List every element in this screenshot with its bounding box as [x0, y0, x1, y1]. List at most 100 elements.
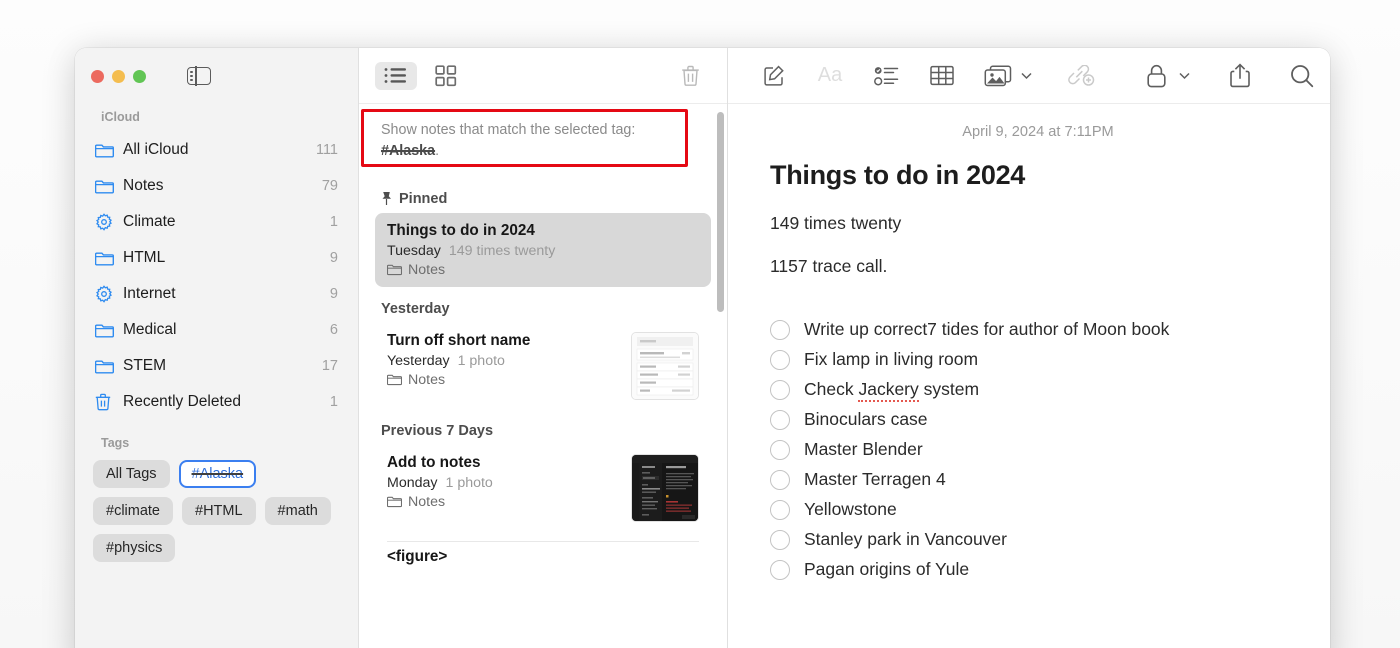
sidebar-item-label: All iCloud — [123, 141, 189, 158]
checkbox-circle-icon[interactable] — [770, 469, 790, 490]
sidebar-item-count: 6 — [329, 322, 338, 338]
checkbox-circle-icon[interactable] — [770, 529, 790, 550]
smart-folder-gear-icon — [95, 213, 117, 231]
note-editor-body[interactable]: April 9, 2024 at 7:11PM Things to do in … — [728, 104, 1330, 648]
sidebar-item-label: HTML — [123, 249, 166, 266]
sidebar-item-label: Medical — [123, 321, 177, 338]
note-item-meta: Tuesday 149 times twenty — [387, 243, 699, 259]
sidebar-item-internet[interactable]: Internet 9 — [85, 276, 348, 312]
gallery-view-button[interactable] — [425, 62, 467, 90]
group-heading-previous-7-days: Previous 7 Days — [359, 409, 727, 445]
sidebar-section-icloud: iCloud — [101, 110, 140, 124]
checkbox-circle-icon[interactable] — [770, 349, 790, 370]
group-heading-yesterday: Yesterday — [359, 287, 727, 323]
tag-climate[interactable]: #climate — [93, 497, 173, 525]
tags-list: All Tags #Alaska #climate #HTML #math #p… — [75, 458, 358, 562]
checklist-item[interactable]: Master Blender — [770, 439, 1306, 460]
sidebar-item-count: 9 — [329, 286, 338, 302]
note-item-date: Monday — [387, 474, 438, 491]
checklist-icon[interactable] — [858, 56, 914, 96]
zoom-button[interactable] — [133, 69, 146, 83]
compose-icon[interactable] — [746, 56, 802, 96]
list-view-button[interactable] — [375, 61, 417, 90]
note-paragraph[interactable]: 149 times twenty — [770, 213, 1306, 234]
note-item-snippet: 1 photo — [445, 474, 493, 491]
sidebar-item-label: Climate — [123, 213, 176, 230]
note-list-item[interactable]: <figure> — [375, 542, 711, 578]
checklist-item[interactable]: Pagan origins of Yule — [770, 559, 1306, 580]
window-titlebar — [75, 48, 358, 104]
sidebar-item-count: 17 — [321, 358, 338, 374]
sidebar-item-html[interactable]: HTML 9 — [85, 240, 348, 276]
note-item-folder-label: Notes — [408, 261, 446, 278]
checklist-item[interactable]: Fix lamp in living room — [770, 349, 1306, 370]
checkbox-circle-icon[interactable] — [770, 379, 790, 400]
sidebar-item-recently-deleted[interactable]: Recently Deleted 1 — [85, 384, 348, 420]
folder-icon — [387, 263, 402, 276]
folder-icon — [95, 322, 117, 338]
note-item-thumbnail — [631, 331, 699, 400]
tag-hint-suffix: . — [435, 143, 440, 160]
checklist-item[interactable]: Yellowstone — [770, 499, 1306, 520]
tag-alaska[interactable]: #Alaska — [178, 460, 257, 488]
checkbox-circle-icon[interactable] — [770, 439, 790, 460]
link-icon[interactable] — [1054, 56, 1110, 96]
checkbox-circle-icon[interactable] — [770, 499, 790, 520]
sidebar-toggle-icon[interactable] — [187, 66, 211, 86]
tag-all-tags[interactable]: All Tags — [93, 460, 170, 488]
sidebar-item-count: 111 — [315, 142, 338, 158]
note-list-item[interactable]: Add to notes Monday 1 photo Notes — [375, 445, 711, 531]
note-list-item[interactable]: Things to do in 2024 Tuesday 149 times tw… — [375, 212, 711, 287]
folder-icon — [95, 178, 117, 194]
checklist-item-label: Check Jackery system — [804, 379, 979, 402]
note-item-snippet: 149 times twenty — [448, 242, 556, 259]
note-item-meta: Yesterday 1 photo — [387, 353, 621, 369]
checklist-item[interactable]: Master Terragen 4 — [770, 469, 1306, 490]
notes-list-body[interactable]: Show notes that match the selected tag: … — [359, 104, 727, 648]
checklist-item-label: Fix lamp in living room — [804, 349, 979, 369]
notes-list-panel: Show notes that match the selected tag: … — [359, 48, 728, 648]
sidebar-item-label: Recently Deleted — [123, 393, 242, 410]
note-item-snippet: 1 photo — [457, 352, 505, 369]
sidebar-item-medical[interactable]: Medical 6 — [85, 312, 348, 348]
checklist-item[interactable]: Stanley park in Vancouver — [770, 529, 1306, 550]
notes-list-scrollbar[interactable] — [717, 112, 724, 312]
note-title[interactable]: Things to do in 2024 — [770, 160, 1306, 191]
tag-hint-prefix: Show notes that match the selected tag: — [381, 122, 636, 138]
note-list-item[interactable]: Turn off short name Yesterday 1 photo Not… — [375, 323, 711, 409]
sidebar-item-all-icloud[interactable]: All iCloud 111 — [85, 132, 348, 168]
tag-html[interactable]: #HTML — [182, 497, 256, 525]
close-button[interactable] — [91, 69, 104, 83]
folder-icon — [95, 250, 117, 266]
note-item-folder: Notes — [387, 372, 621, 388]
sidebar-item-notes[interactable]: Notes 79 — [85, 168, 348, 204]
delete-note-button[interactable] — [669, 62, 711, 90]
sidebar-item-stem[interactable]: STEM 17 — [85, 348, 348, 384]
format-aa-icon[interactable]: Aa — [802, 56, 858, 96]
tag-math[interactable]: #math — [264, 497, 331, 525]
tag-hint-tag: #Alaska — [381, 143, 436, 160]
checkbox-circle-icon[interactable] — [770, 559, 790, 580]
lock-chevron-down-icon[interactable] — [1174, 72, 1194, 80]
note-paragraph[interactable]: 1157 trace call. — [770, 256, 1306, 277]
checklist-item[interactable]: Binoculars case — [770, 409, 1306, 430]
note-item-title: <figure> — [387, 547, 448, 565]
checklist-item[interactable]: Check Jackery system — [770, 379, 1306, 402]
checkbox-circle-icon[interactable] — [770, 409, 790, 430]
media-chevron-down-icon[interactable] — [1016, 72, 1036, 80]
note-item-title: Add to notes — [387, 453, 481, 471]
note-item-title: Things to do in 2024 — [387, 221, 535, 239]
notes-list-toolbar — [359, 48, 727, 104]
share-icon[interactable] — [1212, 56, 1268, 96]
note-item-thumbnail — [631, 453, 699, 522]
group-heading-label: Previous 7 Days — [381, 422, 494, 439]
sidebar-item-label: STEM — [123, 357, 167, 374]
pin-icon — [381, 191, 392, 206]
tag-physics[interactable]: #physics — [93, 534, 176, 562]
checkbox-circle-icon[interactable] — [770, 319, 790, 340]
search-icon[interactable] — [1274, 56, 1330, 96]
sidebar-item-climate[interactable]: Climate 1 — [85, 204, 348, 240]
table-icon[interactable] — [914, 56, 970, 96]
minimize-button[interactable] — [112, 69, 125, 83]
checklist-item[interactable]: Write up correct7 tides for author of Mo… — [770, 319, 1306, 340]
